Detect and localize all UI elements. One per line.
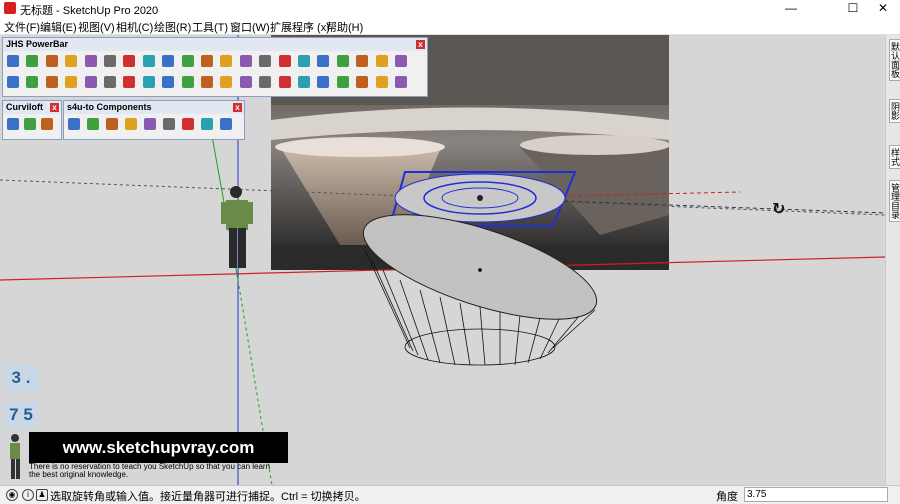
toolbar-tool-icon[interactable] [317,76,330,88]
toolbar-tool-icon[interactable] [162,76,175,88]
toolbar-tool-icon[interactable] [259,76,272,88]
toolbar-tool-icon[interactable] [317,55,330,67]
toolbar-tool-icon[interactable] [84,55,97,67]
toolbar-tool-icon[interactable] [395,55,407,67]
toolbar-tool-icon[interactable] [144,118,156,130]
toolbar-tool-icon[interactable] [375,76,388,88]
toolbar-tool-icon[interactable] [41,118,53,130]
toolbar-tool-icon[interactable] [182,118,194,130]
toolbar-tool-icon[interactable] [68,118,80,130]
toolbar-tool-icon[interactable] [26,55,39,67]
maximize-button[interactable]: ☐ [838,0,868,17]
jhs-powerbar-toolbar: JHS PowerBar x [2,37,428,97]
menu-camera[interactable]: 相机(C) [116,19,153,35]
toolbar-tool-icon[interactable] [84,76,97,88]
toolbar-tool-icon[interactable] [259,55,272,67]
toolbar-tool-icon[interactable] [181,76,194,88]
toolbar-title: JHS PowerBar x [3,38,427,51]
s4u-components-toolbar: s4u-to Components x [63,100,245,140]
tab-styles[interactable]: 样式 [889,145,900,169]
scale-figure [221,186,253,268]
toolbar-title: s4u-to Components x [64,101,244,114]
toolbar-tool-icon[interactable] [104,55,116,67]
drawing-viewport[interactable]: ↻ JHS PowerBar x Curviloft x s4u-to Compon… [0,35,885,485]
menu-edit[interactable]: 编辑(E) [40,19,77,35]
toolbar-tool-icon[interactable] [201,76,213,88]
tab-shadows[interactable]: 阴影 [889,99,900,123]
geo-location-icon[interactable]: ◉ [6,489,18,501]
toolbar-title: Curviloft x [3,101,61,114]
menu-bar: 文件(F) 编辑(E) 视图(V) 相机(C) 绘图(R) 工具(T) 窗口(W… [0,17,900,35]
watermark-badge: 3 . [4,365,38,391]
toolbar-tool-icon[interactable] [7,118,19,130]
toolbar-tool-icon[interactable] [65,55,78,67]
menu-tools[interactable]: 工具(T) [192,19,228,35]
toolbar-tool-icon[interactable] [142,76,155,88]
toolbar-tool-icon[interactable] [298,55,310,67]
close-icon[interactable]: x [233,103,242,112]
toolbar-tool-icon[interactable] [375,55,388,67]
tray-strip: 默认面板 阴影 样式 管理目录 [885,35,900,485]
sketchup-app-icon [4,2,16,14]
toolbar-tool-icon[interactable] [220,76,233,88]
close-button[interactable]: ✕ [868,0,898,17]
toolbar-tool-icon[interactable] [65,76,78,88]
toolbar-tool-icon[interactable] [106,118,118,130]
curviloft-toolbar: Curviloft x [2,100,62,140]
tab-default-tray[interactable]: 默认面板 [889,39,900,81]
menu-file[interactable]: 文件(F) [4,19,40,35]
toolbar-tool-icon[interactable] [26,76,39,88]
toolbar-tool-icon[interactable] [336,55,349,67]
rotate-cursor-icon: ↻ [772,201,785,218]
toolbar-tool-icon[interactable] [336,76,349,88]
toolbar-tool-icon[interactable] [395,76,407,88]
toolbar-tool-icon[interactable] [278,55,291,67]
toolbar-tool-icon[interactable] [298,76,310,88]
toolbar-tool-icon[interactable] [104,76,116,88]
menu-help[interactable]: 帮助(H) [326,19,363,35]
toolbar-tool-icon[interactable] [201,55,213,67]
menu-draw[interactable]: 绘图(R) [154,19,191,35]
toolbar-tool-icon[interactable] [123,55,136,67]
watermark-caption: There is no reservation to teach you Ske… [29,462,271,479]
toolbar-tool-icon[interactable] [7,55,19,67]
toolbar-tool-icon[interactable] [201,118,213,130]
toolbar-tool-icon[interactable] [87,118,99,130]
toolbar-tool-icon[interactable] [220,118,232,130]
title-bar: 无标题 - SketchUp Pro 2020 — ☐ ✕ [0,0,900,17]
watermark-url: www.sketchupvray.com [29,432,288,463]
menu-extensions[interactable]: 扩展程序 (x) [270,19,330,35]
toolbar-tool-icon[interactable] [163,118,175,130]
tab-outliner[interactable]: 管理目录 [889,180,900,222]
watermark-figure-icon [10,434,20,479]
minimize-button[interactable]: — [776,0,806,17]
toolbar-tool-icon[interactable] [123,76,136,88]
toolbar-tool-icon[interactable] [45,76,58,88]
toolbar-tool-icon[interactable] [181,55,194,67]
toolbar-tool-icon[interactable] [278,76,291,88]
toolbar-tool-icon[interactable] [239,76,252,88]
watermark-badge: 7 5 [4,402,38,428]
measurements-input[interactable]: 3.75 [744,487,888,502]
menu-view[interactable]: 视图(V) [78,19,115,35]
menu-window[interactable]: 窗口(W) [230,19,270,35]
toolbar-tool-icon[interactable] [220,55,233,67]
toolbar-tool-icon[interactable] [7,76,19,88]
status-bar: ◉ i ♟ 选取旋转角或输入值。接近量角器可进行捕捉。Ctrl = 切换拷贝。 … [0,485,900,503]
toolbar-tool-icon[interactable] [125,118,137,130]
toolbar-tool-icon[interactable] [356,55,369,67]
info-icon[interactable]: i [22,489,34,501]
toolbar-tool-icon[interactable] [142,55,155,67]
close-icon[interactable]: x [50,103,59,112]
toolbar-tool-icon[interactable] [162,55,175,67]
toolbar-tool-icon[interactable] [24,118,36,130]
user-icon[interactable]: ♟ [36,489,48,501]
toolbar-tool-icon[interactable] [45,55,58,67]
toolbar-tool-icon[interactable] [356,76,369,88]
window-title: 无标题 - SketchUp Pro 2020 [20,5,159,17]
toolbar-tool-icon[interactable] [239,55,252,67]
close-icon[interactable]: x [416,40,425,49]
